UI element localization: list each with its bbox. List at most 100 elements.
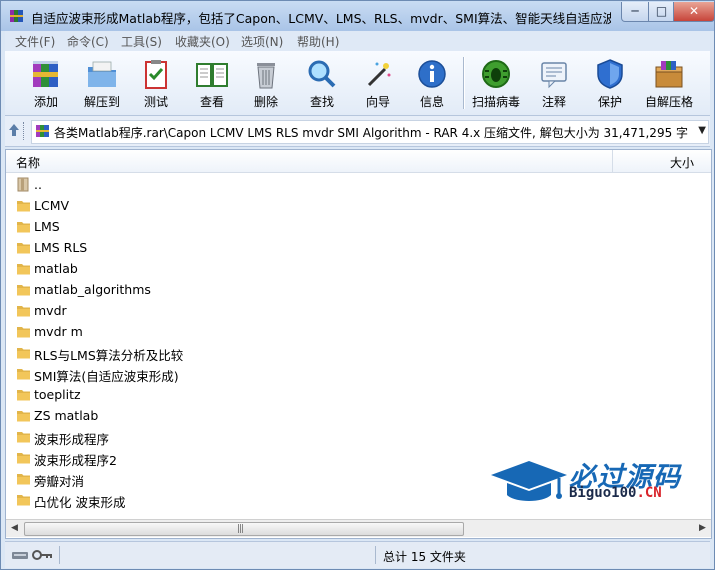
- list-item[interactable]: mvdr m: [6, 321, 711, 342]
- key-drive-icon[interactable]: [11, 548, 53, 562]
- menu-tools[interactable]: 工具(S): [121, 33, 162, 50]
- scroll-left-icon[interactable]: ◀: [6, 520, 23, 537]
- folder-icon: [17, 369, 30, 380]
- toolbar-grip: [23, 122, 26, 140]
- winrar-window: 自适应波束形成Matlab程序，包括了Capon、LCMV、LMS、RLS、mv…: [0, 0, 715, 570]
- menu-help[interactable]: 帮助(H): [297, 33, 339, 50]
- folder-icon: [17, 306, 30, 317]
- file-name: matlab_algorithms: [34, 282, 151, 297]
- status-summary: 总计 15 文件夹: [383, 550, 466, 564]
- winrar-books-icon: [10, 10, 23, 22]
- scroll-thumb[interactable]: |||: [24, 522, 464, 536]
- watermark: 必过源码 Biguo100.CN: [489, 453, 699, 517]
- scroll-right-icon[interactable]: ▶: [694, 520, 711, 537]
- column-size[interactable]: 大小: [670, 154, 694, 171]
- scan-virus-label: 扫描病毒: [471, 95, 520, 109]
- info-button[interactable]: 信息: [405, 55, 459, 113]
- file-name: 旁瓣对消: [34, 474, 85, 489]
- folder-icon: [17, 348, 30, 359]
- watermark-en: Biguo100.CN: [569, 485, 662, 501]
- view-button[interactable]: 查看: [185, 55, 239, 113]
- chevron-down-icon[interactable]: ▼: [698, 125, 706, 136]
- test-icon: [145, 60, 167, 89]
- status-separator: [375, 546, 376, 564]
- menu-favorites[interactable]: 收藏夹(O): [175, 33, 230, 50]
- protect-button[interactable]: 保护: [583, 55, 637, 113]
- find-button[interactable]: 查找: [295, 55, 349, 113]
- list-item[interactable]: 波束形成程序: [6, 426, 711, 447]
- delete-button[interactable]: 删除: [239, 55, 293, 113]
- wizard-button[interactable]: 向导: [351, 55, 405, 113]
- file-name: LMS: [34, 219, 60, 234]
- menu-file[interactable]: 文件(F): [15, 33, 55, 50]
- sfx-label: 自解压格: [644, 95, 693, 109]
- sfx-button[interactable]: 自解压格: [639, 55, 699, 113]
- file-name: ..: [34, 177, 42, 192]
- folder-icon: [17, 390, 30, 401]
- close-button[interactable]: ✕: [673, 2, 715, 22]
- toolbar-separator: [463, 57, 464, 109]
- toolbar: 添加 解压到 测试 查看 删除 查找 向导 信息 扫描病毒 注释 保护 自解压格: [5, 51, 710, 116]
- delete-label: 删除: [253, 95, 278, 109]
- status-separator: [59, 546, 60, 564]
- comment-icon: [541, 62, 567, 89]
- folder-icon: [17, 453, 30, 464]
- info-label: 信息: [419, 95, 444, 109]
- list-item[interactable]: LCMV: [6, 195, 711, 216]
- title-bar: 自适应波束形成Matlab程序，包括了Capon、LCMV、LMS、RLS、mv…: [1, 1, 715, 31]
- list-item[interactable]: SMI算法(自适应波束形成): [6, 363, 711, 384]
- column-divider[interactable]: [612, 150, 613, 172]
- list-item[interactable]: ZS matlab: [6, 405, 711, 426]
- wizard-label: 向导: [365, 95, 390, 109]
- parent-folder-icon: [17, 177, 29, 192]
- file-name: RLS与LMS算法分析及比较: [34, 348, 184, 363]
- menu-commands[interactable]: 命令(C): [67, 33, 109, 50]
- test-label: 测试: [143, 95, 168, 109]
- folder-icon: [17, 327, 30, 338]
- horizontal-scrollbar[interactable]: ◀ ||| ▶: [6, 519, 711, 537]
- extract-to-button[interactable]: 解压到: [75, 55, 129, 113]
- watermark-en-suffix: .CN: [636, 485, 662, 501]
- address-bar: 各类Matlab程序.rar\Capon LCMV LMS RLS mvdr S…: [5, 116, 710, 147]
- folder-icon: [17, 243, 30, 254]
- add-button[interactable]: 添加: [19, 55, 73, 113]
- address-path: 各类Matlab程序.rar\Capon LCMV LMS RLS mvdr S…: [54, 126, 688, 140]
- menu-options[interactable]: 选项(N): [241, 33, 283, 50]
- view-book-icon: [196, 63, 228, 87]
- folder-icon: [17, 474, 30, 485]
- list-item[interactable]: mvdr: [6, 300, 711, 321]
- info-icon: [418, 60, 446, 88]
- list-item[interactable]: RLS与LMS算法分析及比较: [6, 342, 711, 363]
- test-button[interactable]: 测试: [129, 55, 183, 113]
- comment-button[interactable]: 注释: [527, 55, 581, 113]
- window-title: 自适应波束形成Matlab程序，包括了Capon、LCMV、LMS、RLS、mv…: [31, 11, 611, 26]
- address-field[interactable]: 各类Matlab程序.rar\Capon LCMV LMS RLS mvdr S…: [31, 120, 709, 144]
- file-name: mvdr: [34, 303, 67, 318]
- minimize-button[interactable]: ─: [621, 2, 649, 22]
- find-magnifier-icon: [308, 60, 336, 88]
- comment-label: 注释: [541, 95, 566, 109]
- protect-shield-icon: [597, 59, 623, 89]
- extract-to-icon: [88, 61, 116, 87]
- virus-scan-icon: [482, 60, 510, 88]
- list-item[interactable]: ..: [6, 174, 711, 195]
- grip-icon: |||: [237, 524, 244, 534]
- extract-to-label: 解压到: [83, 95, 120, 109]
- list-item[interactable]: LMS: [6, 216, 711, 237]
- up-folder-icon[interactable]: [7, 120, 21, 140]
- delete-trash-icon: [257, 63, 275, 89]
- file-name: matlab: [34, 261, 78, 276]
- scan-virus-button[interactable]: 扫描病毒: [469, 55, 523, 113]
- list-item[interactable]: matlab: [6, 258, 711, 279]
- archive-icon: [36, 125, 49, 137]
- folder-icon: [17, 222, 30, 233]
- maximize-button[interactable]: □: [648, 2, 675, 22]
- list-item[interactable]: LMS RLS: [6, 237, 711, 258]
- status-bar: 总计 15 文件夹: [5, 541, 710, 568]
- column-name[interactable]: 名称: [16, 154, 40, 171]
- folder-icon: [17, 495, 30, 506]
- list-item[interactable]: matlab_algorithms: [6, 279, 711, 300]
- file-name: 凸优化 波束形成: [34, 495, 126, 510]
- folder-icon: [17, 411, 30, 422]
- list-item[interactable]: toeplitz: [6, 384, 711, 405]
